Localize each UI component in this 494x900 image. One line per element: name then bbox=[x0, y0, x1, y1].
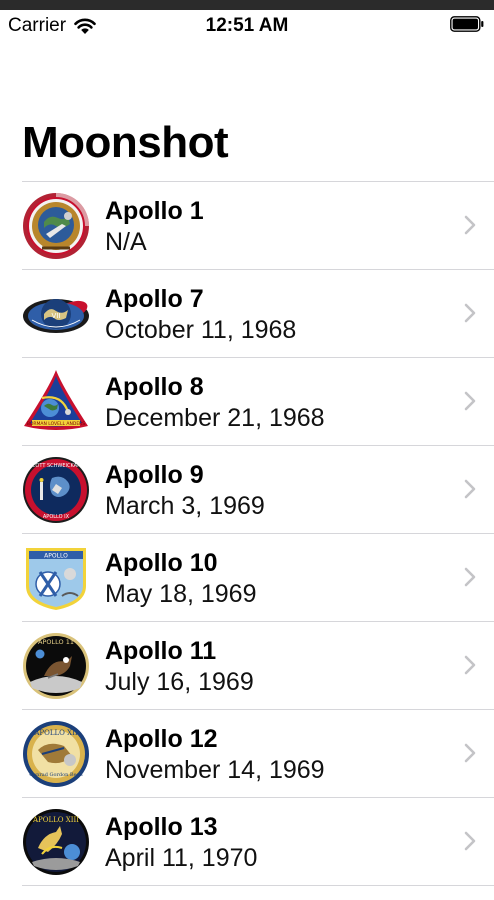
mission-row-apollo-8[interactable]: BORMAN LOVELL ANDERS Apollo 8 December 2… bbox=[22, 358, 494, 446]
mission-name: Apollo 12 bbox=[105, 725, 218, 753]
mission-name: Apollo 1 bbox=[105, 197, 204, 225]
status-time: 12:51 AM bbox=[205, 15, 289, 36]
mission-row-apollo-11[interactable]: APOLLO 11 Apollo 11 July 16, 1969 bbox=[22, 622, 494, 710]
svg-text:APOLLO: APOLLO bbox=[44, 553, 68, 560]
chevron-right-icon bbox=[464, 743, 476, 763]
svg-text:APOLLO 11: APOLLO 11 bbox=[38, 638, 74, 646]
apollo-13-patch-icon: APOLLO XIII bbox=[23, 809, 89, 875]
apollo-1-patch-icon bbox=[23, 193, 89, 259]
svg-text:SCOTT SCHWEICKART: SCOTT SCHWEICKART bbox=[29, 463, 84, 469]
svg-text:APOLLO XIII: APOLLO XIII bbox=[32, 816, 79, 824]
mission-name: Apollo 11 bbox=[105, 637, 217, 665]
svg-text:BORMAN LOVELL ANDERS: BORMAN LOVELL ANDERS bbox=[27, 421, 85, 427]
mission-date: December 21, 1968 bbox=[105, 404, 325, 432]
mission-date: October 11, 1968 bbox=[105, 316, 297, 344]
chevron-right-icon bbox=[464, 391, 476, 411]
apollo-11-patch-icon: APOLLO 11 bbox=[23, 633, 89, 699]
apollo-8-patch-icon: BORMAN LOVELL ANDERS bbox=[24, 370, 88, 430]
mission-name: Apollo 8 bbox=[105, 373, 204, 401]
chevron-right-icon bbox=[464, 303, 476, 323]
svg-text:VII: VII bbox=[52, 312, 61, 320]
mission-date: N/A bbox=[105, 228, 147, 256]
battery-icon bbox=[450, 16, 484, 32]
mission-list: Apollo 1 N/A VII Apollo 7 October 11, 19… bbox=[22, 181, 494, 886]
page-title: Moonshot bbox=[22, 118, 229, 167]
mission-date: May 18, 1969 bbox=[105, 580, 257, 608]
top-edge bbox=[0, 0, 494, 10]
apollo-12-patch-icon: APOLLO XII Conrad Gordon Bean bbox=[23, 721, 89, 787]
mission-date: April 11, 1970 bbox=[105, 844, 258, 872]
mission-name: Apollo 13 bbox=[105, 813, 218, 841]
svg-text:APOLLO IX: APOLLO IX bbox=[43, 514, 70, 520]
svg-text:Conrad Gordon Bean: Conrad Gordon Bean bbox=[29, 772, 83, 778]
status-bar: Carrier 12:51 AM bbox=[0, 10, 494, 40]
apollo-10-patch-icon: APOLLO bbox=[26, 548, 86, 610]
mission-name: Apollo 9 bbox=[105, 461, 204, 489]
mission-row-apollo-12[interactable]: APOLLO XII Conrad Gordon Bean Apollo 12 … bbox=[22, 710, 494, 798]
mission-row-apollo-1[interactable]: Apollo 1 N/A bbox=[22, 182, 494, 270]
mission-name: Apollo 10 bbox=[105, 549, 218, 577]
apollo-7-patch-icon: VII bbox=[23, 299, 89, 333]
chevron-right-icon bbox=[464, 567, 476, 587]
mission-row-apollo-9[interactable]: SCOTT SCHWEICKART APOLLO IX Apollo 9 Mar… bbox=[22, 446, 494, 534]
mission-date: November 14, 1969 bbox=[105, 756, 325, 784]
mission-row-apollo-7[interactable]: VII Apollo 7 October 11, 1968 bbox=[22, 270, 494, 358]
chevron-right-icon bbox=[464, 215, 476, 235]
mission-row-apollo-10[interactable]: APOLLO Apollo 10 May 18, 1969 bbox=[22, 534, 494, 622]
apollo-9-patch-icon: SCOTT SCHWEICKART APOLLO IX bbox=[23, 457, 89, 523]
chevron-right-icon bbox=[464, 479, 476, 499]
svg-text:APOLLO XII: APOLLO XII bbox=[33, 729, 78, 737]
mission-row-apollo-13[interactable]: APOLLO XIII Apollo 13 April 11, 1970 bbox=[22, 798, 494, 886]
chevron-right-icon bbox=[464, 655, 476, 675]
mission-date: July 16, 1969 bbox=[105, 668, 254, 696]
mission-date: March 3, 1969 bbox=[105, 492, 265, 520]
mission-name: Apollo 7 bbox=[105, 285, 204, 313]
chevron-right-icon bbox=[464, 831, 476, 851]
